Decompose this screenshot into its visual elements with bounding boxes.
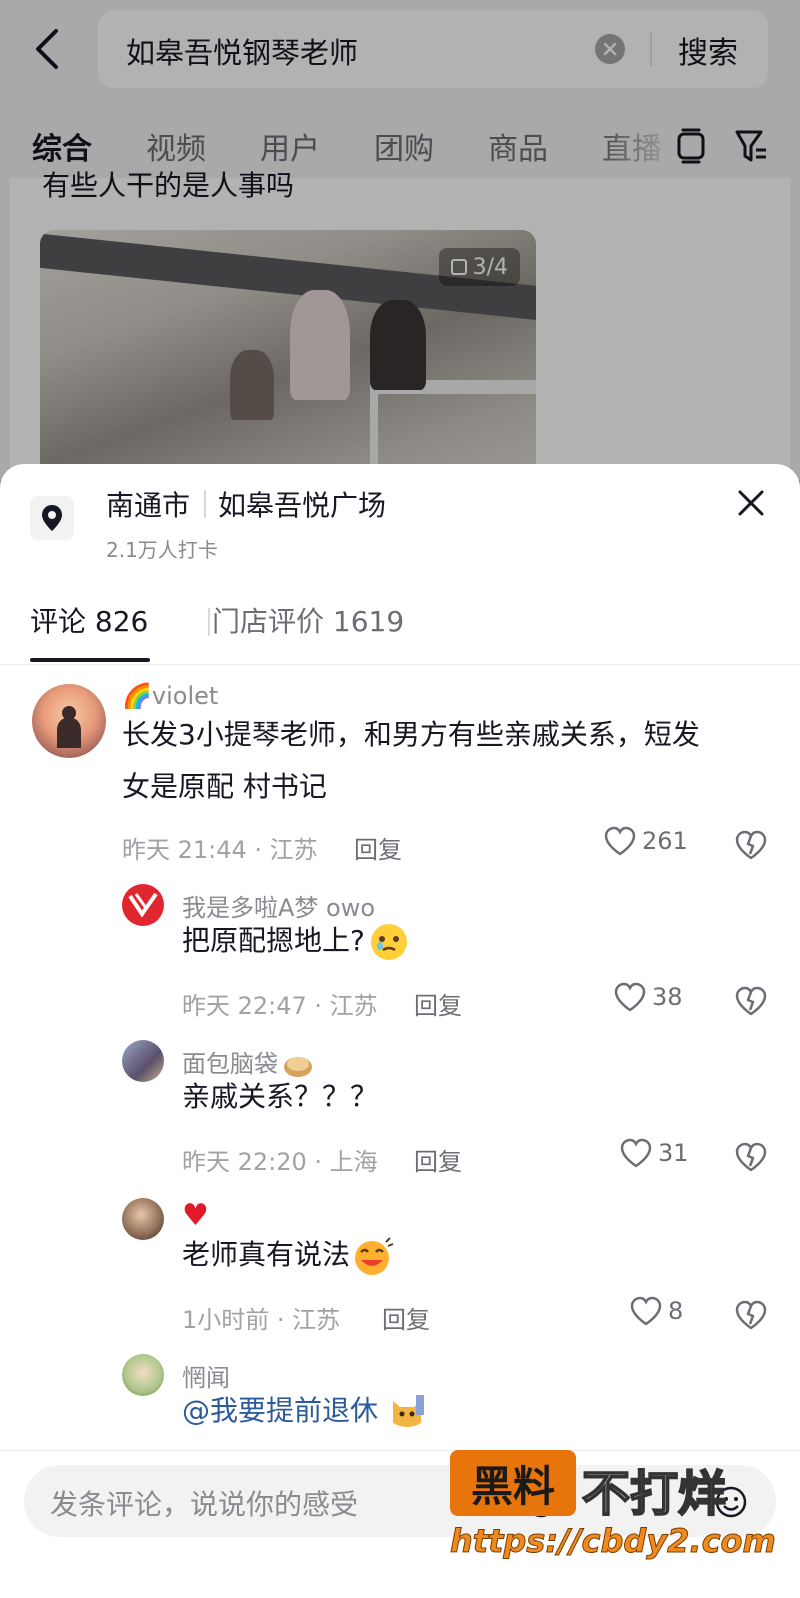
- dislike-icon[interactable]: [734, 1298, 768, 1330]
- rainbow-emoji: 🌈: [122, 682, 152, 710]
- tab-store-reviews[interactable]: 门店评价 1619: [212, 600, 404, 640]
- heart-icon: [620, 1138, 652, 1168]
- like-button[interactable]: 31: [620, 1138, 689, 1168]
- reply-button[interactable]: 回复: [382, 1300, 430, 1335]
- watermark: 黑料 不打烊 https://cbdy2.com: [450, 1450, 780, 1568]
- like-count: 261: [642, 827, 688, 855]
- reply-item: 我是多啦A梦 owo 把原配摁地上? 昨天 22:47 · 江苏 回复 38: [0, 884, 800, 1034]
- comment-meta: 昨天 22:20 · 上海: [182, 1148, 378, 1176]
- crying-emoji-icon: [370, 924, 407, 960]
- comment-text-content: 把原配摁地上?: [182, 924, 365, 957]
- like-button[interactable]: 38: [614, 982, 683, 1012]
- active-tab-indicator: [30, 658, 150, 662]
- comment-item: 🌈violet 长发3小提琴老师，和男方有些亲戚关系，短发 女是原配 村书记 昨…: [0, 678, 800, 872]
- like-button[interactable]: 8: [630, 1296, 683, 1326]
- comment-meta: 1小时前 · 江苏: [182, 1306, 341, 1334]
- reply-button[interactable]: 回复: [414, 1142, 462, 1177]
- watermark-url: https://cbdy2.com: [450, 1522, 777, 1561]
- dim-overlay[interactable]: [0, 0, 800, 480]
- reply-item: 惘闻 @我要提前退休: [0, 1354, 800, 1454]
- comment-text-line2: 女是原配 村书记: [122, 770, 327, 803]
- reply-button[interactable]: 回复: [354, 830, 402, 865]
- dislike-icon[interactable]: [734, 828, 768, 860]
- location-pin-icon: [30, 496, 74, 540]
- avatar[interactable]: [32, 684, 106, 758]
- heart-icon: [604, 826, 636, 856]
- comment-meta: 昨天 21:44 · 江苏: [122, 836, 318, 864]
- cat-emoji-icon: [393, 1395, 425, 1427]
- comment-input-placeholder: 发条评论，说说你的感受: [50, 1488, 359, 1521]
- mention-link[interactable]: @我要提前退休: [182, 1394, 378, 1427]
- comment-text: @我要提前退休: [182, 1384, 426, 1438]
- reply-button[interactable]: 回复: [414, 986, 462, 1021]
- location-sheet: 南通市 如皋吾悦广场 2.1万人打卡 评论 826 门店评价 1619 🌈vio…: [0, 464, 800, 1597]
- location-place[interactable]: 如皋吾悦广场: [218, 484, 386, 524]
- comment-text: 老师真有说法: [182, 1228, 394, 1282]
- username-text: violet: [151, 682, 219, 710]
- heart-icon: [614, 982, 646, 1012]
- dislike-icon[interactable]: [734, 984, 768, 1016]
- avatar[interactable]: [122, 884, 164, 926]
- comment-text: 把原配摁地上?: [182, 914, 409, 968]
- tab-comments[interactable]: 评论 826: [30, 600, 148, 640]
- reply-item: ♥ 老师真有说法 1小时前 · 江苏 回复 8: [0, 1198, 800, 1348]
- search-results-page: 如皋吾悦钢琴老师 搜索 综合 视频 用户 团购 商品 直播 有些人干的是人事吗: [0, 0, 800, 480]
- reply-item: 面包脑袋 亲戚关系？？？ 昨天 22:20 · 上海 回复 31: [0, 1040, 800, 1190]
- close-button[interactable]: [726, 478, 776, 528]
- divider: [204, 490, 206, 518]
- comment-text: 亲戚关系？？？: [182, 1080, 379, 1113]
- heart-icon: [630, 1296, 662, 1326]
- avatar[interactable]: [122, 1198, 164, 1240]
- like-count: 8: [668, 1297, 684, 1325]
- location-city[interactable]: 南通市: [106, 484, 190, 524]
- like-count: 31: [658, 1139, 689, 1167]
- divider: [208, 608, 210, 636]
- dislike-icon[interactable]: [734, 1140, 768, 1172]
- watermark-badge: 黑料: [450, 1450, 576, 1516]
- close-icon: [738, 490, 764, 516]
- comment-username[interactable]: 🌈violet: [122, 682, 218, 710]
- laughing-emoji-icon: [355, 1237, 394, 1275]
- comment-text-content: 老师真有说法: [182, 1238, 351, 1271]
- avatar[interactable]: [122, 1354, 164, 1396]
- avatar[interactable]: [122, 1040, 164, 1082]
- checkin-count: 2.1万人打卡: [106, 538, 218, 562]
- like-button[interactable]: 261: [604, 826, 688, 856]
- comment-meta: 昨天 22:47 · 江苏: [182, 992, 378, 1020]
- sheet-tabs: 评论 826 门店评价 1619: [0, 584, 800, 665]
- like-count: 38: [652, 983, 683, 1011]
- comment-text: 长发3小提琴老师，和男方有些亲戚关系，短发: [122, 718, 700, 751]
- watermark-text: 不打烊: [581, 1465, 727, 1523]
